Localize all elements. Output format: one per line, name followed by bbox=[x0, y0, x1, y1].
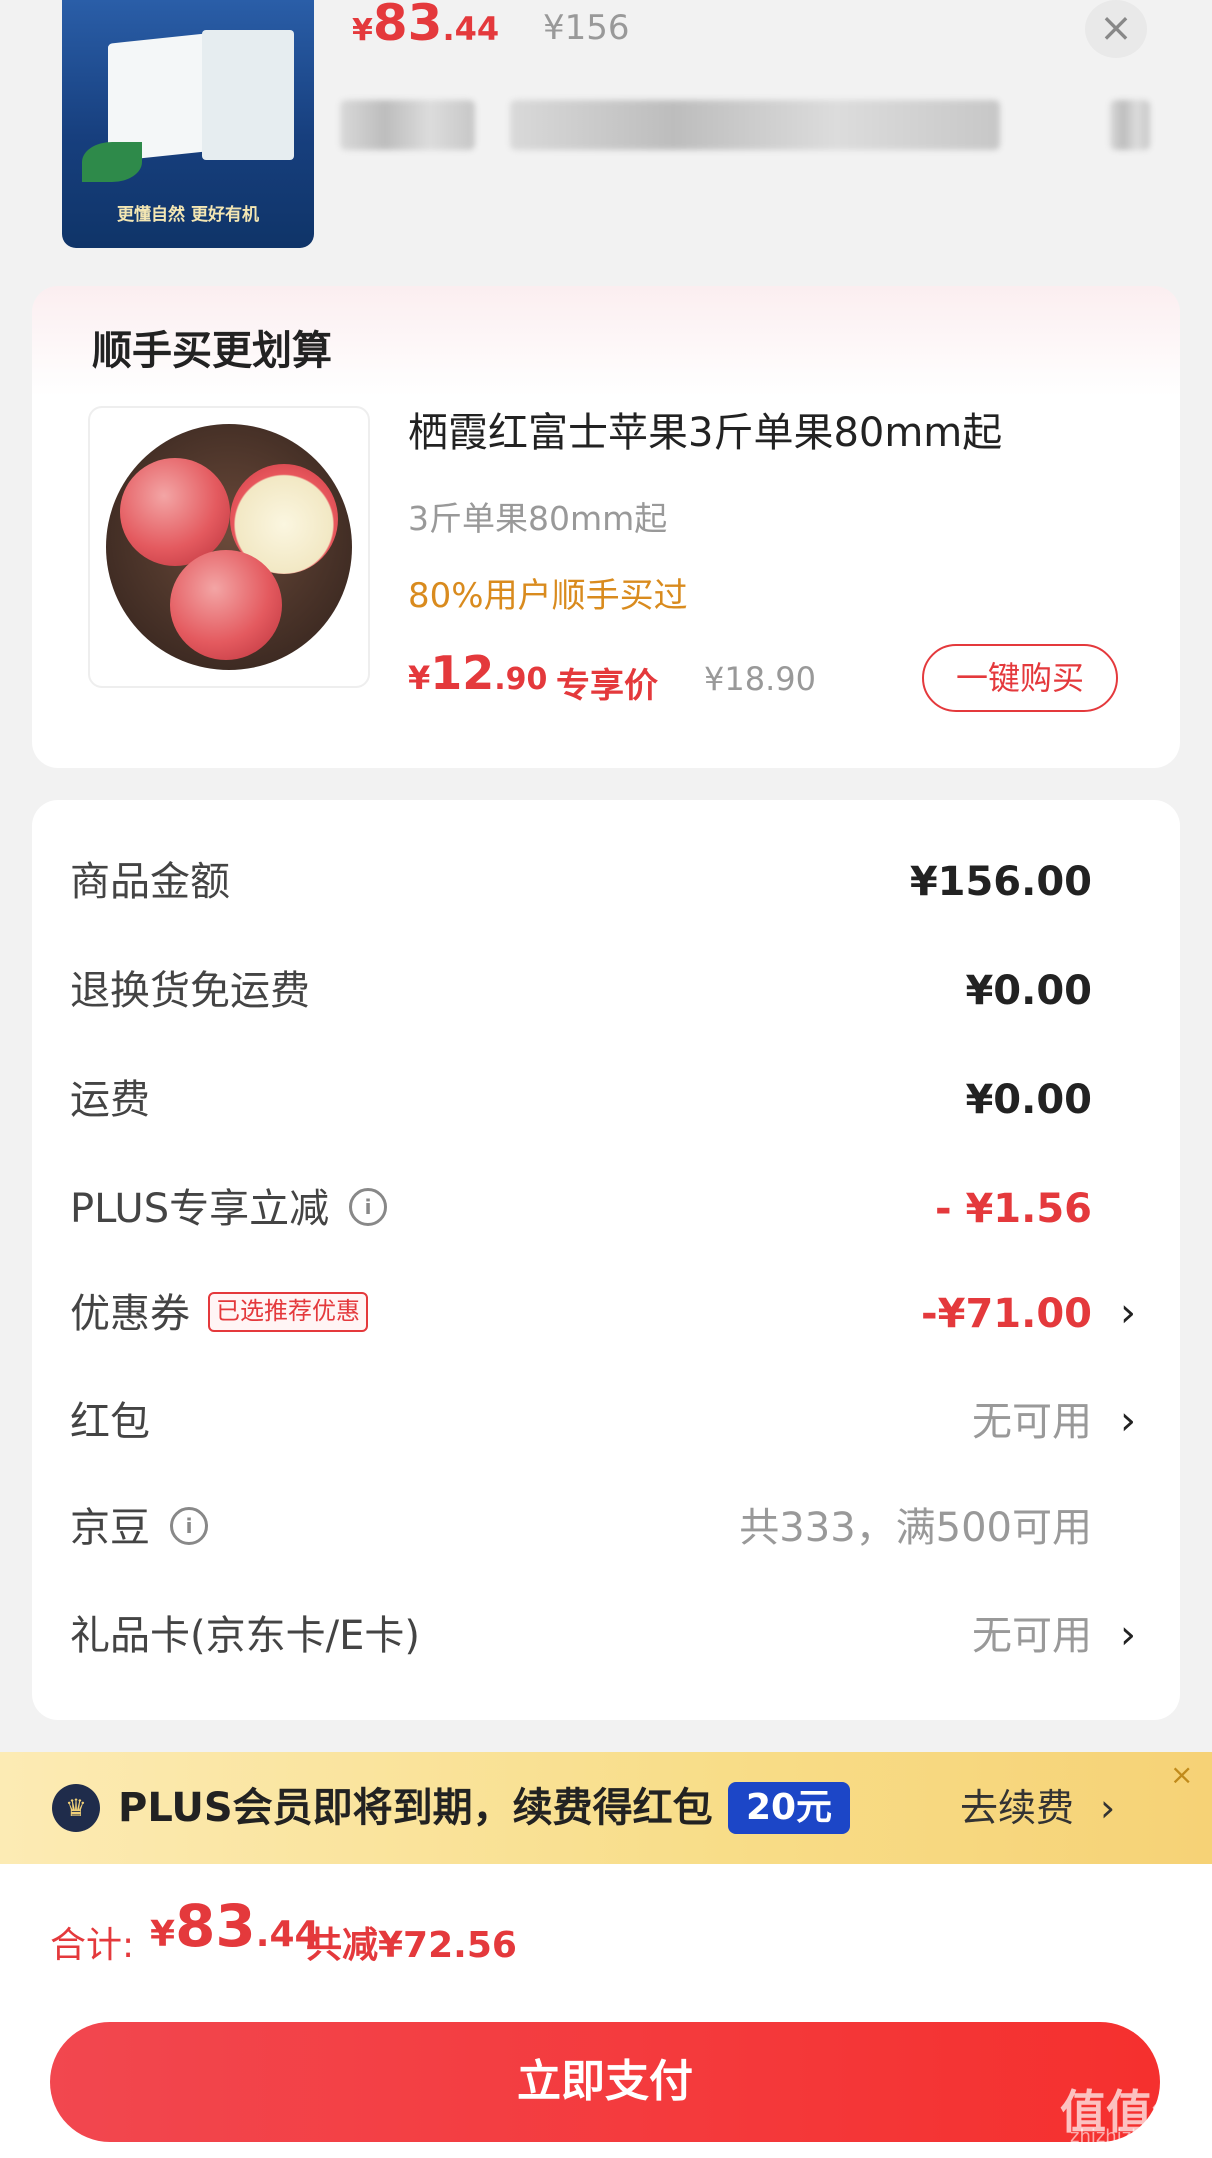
price-decimal: .90 bbox=[494, 662, 548, 697]
pay-button-area: 立即支付 bbox=[0, 2004, 1212, 2158]
blurred-text bbox=[510, 100, 1000, 150]
price-currency: ¥ bbox=[150, 1914, 176, 1955]
close-icon[interactable]: × bbox=[1170, 1758, 1193, 1791]
row-label: 商品金额 bbox=[70, 859, 230, 905]
blurred-text bbox=[1110, 100, 1150, 150]
chevron-right-icon[interactable]: › bbox=[1120, 1392, 1136, 1450]
row-label-wrap: PLUS专享立减 i bbox=[70, 1179, 388, 1239]
row-label: 礼品卡(京东卡/E卡) bbox=[70, 1613, 420, 1659]
plate-image bbox=[106, 424, 352, 670]
close-icon[interactable]: × bbox=[1085, 0, 1147, 58]
plus-reward-badge: 20元 bbox=[728, 1782, 850, 1834]
info-icon[interactable]: i bbox=[170, 1507, 208, 1545]
row-value: 无可用 bbox=[972, 1399, 1092, 1445]
apple-product-image[interactable] bbox=[88, 406, 370, 688]
addon-product-spec: 3斤单果80mm起 bbox=[408, 499, 668, 538]
row-value: -¥71.00 bbox=[921, 1291, 1092, 1337]
row-value: 共333，满500可用 bbox=[739, 1505, 1092, 1551]
addon-price: ¥12.90 bbox=[408, 646, 547, 700]
order-total-bar: 合计: ¥83.44 共减¥72.56 bbox=[0, 1864, 1212, 2004]
thumbnail-slogan: 更懂自然 更好有机 bbox=[117, 205, 259, 225]
top-item-original-price: ¥156 bbox=[543, 8, 630, 48]
plus-banner-text: PLUS会员即将到期，续费得红包 bbox=[118, 1785, 713, 1831]
total-label: 合计: bbox=[50, 1925, 135, 1966]
package-box-side bbox=[202, 30, 294, 160]
row-label: 运费 bbox=[70, 1077, 150, 1123]
top-item-price: ¥83.44 bbox=[352, 0, 499, 52]
pay-now-button[interactable]: 立即支付 bbox=[50, 2022, 1160, 2142]
apple-shape bbox=[120, 458, 230, 566]
row-value: - ¥1.56 bbox=[934, 1186, 1092, 1232]
chevron-right-icon[interactable]: › bbox=[1120, 1606, 1136, 1664]
summary-row-return-shipping: 退换货免运费 ¥0.00 bbox=[32, 961, 1180, 1021]
row-value: 无可用 bbox=[972, 1613, 1092, 1659]
addon-recommendation-card: 顺手买更划算 栖霞红富士苹果3斤单果80mm起 3斤单果80mm起 80%用户顺… bbox=[32, 286, 1180, 768]
apple-shape bbox=[170, 550, 282, 660]
price-decimal: .44 bbox=[442, 10, 500, 48]
chevron-right-icon[interactable]: › bbox=[1120, 1284, 1136, 1342]
row-value: ¥0.00 bbox=[965, 968, 1092, 1014]
coupon-recommended-tag: 已选推荐优惠 bbox=[208, 1292, 368, 1332]
addon-title: 顺手买更划算 bbox=[92, 328, 332, 374]
price-integer: 83 bbox=[372, 0, 443, 52]
row-label: 退换货免运费 bbox=[70, 968, 310, 1014]
renew-link[interactable]: 去续费 bbox=[960, 1778, 1074, 1838]
row-label: 京豆 bbox=[70, 1505, 150, 1551]
addon-purchase-hint: 80%用户顺手买过 bbox=[408, 576, 688, 616]
blurred-text bbox=[340, 100, 475, 150]
watermark-url: zhizhizhi.com bbox=[1070, 2126, 1192, 2147]
product-thumbnail[interactable]: 更懂自然 更好有机 bbox=[62, 0, 314, 248]
row-label-wrap: 京豆 i bbox=[70, 1498, 208, 1558]
plus-crown-icon: ♛ bbox=[52, 1784, 100, 1832]
total-saved-amount: 共减¥72.56 bbox=[306, 1925, 517, 1966]
row-value: ¥156.00 bbox=[909, 859, 1092, 905]
exclusive-price-label: 专享价 bbox=[556, 666, 658, 706]
summary-row-shipping: 运费 ¥0.00 bbox=[32, 1070, 1180, 1130]
total-price: ¥83.44 bbox=[150, 1892, 320, 1960]
summary-row-jd-beans: 京豆 i 共333，满500可用 bbox=[32, 1498, 1180, 1558]
order-summary-card: 商品金额 ¥156.00 退换货免运费 ¥0.00 运费 ¥0.00 PLUS专… bbox=[32, 800, 1180, 1720]
row-value: ¥0.00 bbox=[965, 1077, 1092, 1123]
row-label: 红包 bbox=[70, 1399, 150, 1445]
row-label: PLUS专享立减 bbox=[70, 1186, 330, 1232]
chevron-right-icon[interactable]: › bbox=[1100, 1778, 1115, 1838]
top-product-strip: 更懂自然 更好有机 ¥83.44 ¥156 × bbox=[0, 0, 1212, 270]
price-currency: ¥ bbox=[408, 659, 431, 697]
leaf-decoration bbox=[82, 142, 142, 182]
summary-row-coupon[interactable]: 优惠券 已选推荐优惠 -¥71.00 › bbox=[32, 1284, 1180, 1344]
summary-row-plus-discount: PLUS专享立减 i - ¥1.56 bbox=[32, 1179, 1180, 1239]
price-currency: ¥ bbox=[352, 13, 373, 48]
price-integer: 83 bbox=[175, 1892, 256, 1960]
row-label-wrap: 优惠券 已选推荐优惠 bbox=[70, 1284, 368, 1344]
summary-row-red-packet[interactable]: 红包 无可用 › bbox=[32, 1392, 1180, 1452]
summary-row-goods-amount: 商品金额 ¥156.00 bbox=[32, 852, 1180, 912]
one-click-buy-button[interactable]: 一键购买 bbox=[922, 644, 1118, 712]
info-icon[interactable]: i bbox=[349, 1188, 388, 1226]
addon-product-name[interactable]: 栖霞红富士苹果3斤单果80mm起 bbox=[408, 400, 1002, 458]
addon-original-price: ¥18.90 bbox=[704, 660, 816, 698]
row-label: 优惠券 bbox=[70, 1291, 190, 1337]
summary-row-gift-card[interactable]: 礼品卡(京东卡/E卡) 无可用 › bbox=[32, 1606, 1180, 1666]
price-integer: 12 bbox=[430, 646, 495, 700]
plus-renewal-banner[interactable]: ♛ PLUS会员即将到期，续费得红包 20元 去续费 › × bbox=[0, 1752, 1212, 1864]
